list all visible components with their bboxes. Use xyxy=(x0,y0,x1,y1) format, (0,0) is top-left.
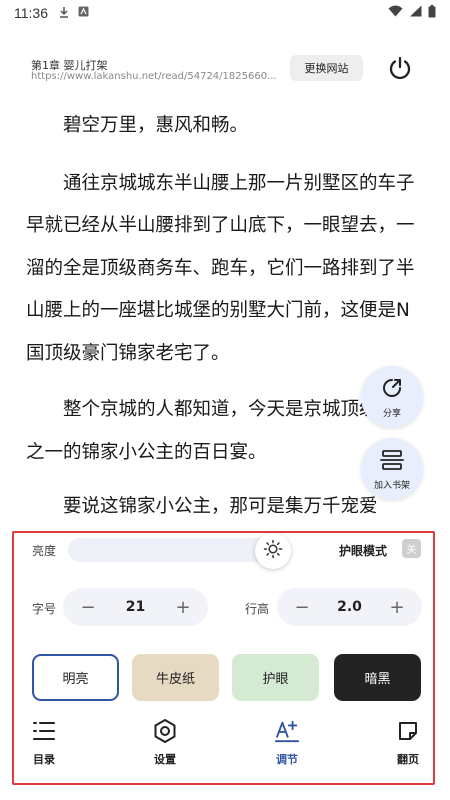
status-bar: 11:36 xyxy=(0,0,450,26)
font-size-decrease-button[interactable]: − xyxy=(73,588,103,626)
font-size-stepper: − 21 + xyxy=(63,588,208,626)
nav-settings[interactable]: 设置 xyxy=(135,718,195,768)
line-height-stepper: − 2.0 + xyxy=(277,588,422,626)
settings-icon xyxy=(152,718,178,744)
brightness-label: 亮度 xyxy=(32,544,57,558)
line-height-increase-button[interactable]: + xyxy=(382,588,412,626)
reader-header: 第1章 婴儿打架 https://www.lakanshu.net/read/5… xyxy=(0,48,450,88)
content-paragraph: 碧空万里，惠风和畅。 xyxy=(63,115,249,136)
nav-table-of-contents[interactable]: 目录 xyxy=(14,718,74,768)
theme-bright-button[interactable]: 明亮 xyxy=(32,654,119,701)
share-button[interactable]: 分享 xyxy=(361,366,423,428)
font-size-value: 21 xyxy=(125,599,146,615)
add-to-shelf-button[interactable]: 加入书架 xyxy=(361,438,423,500)
list-icon xyxy=(31,718,57,744)
nav-adjust[interactable]: 调节 xyxy=(257,718,317,768)
content-paragraph: 通往京城城东半山腰上那一片别墅区的车子早就已经从半山腰排到了山底下，一眼望去，一… xyxy=(26,172,415,364)
signal-icon xyxy=(409,5,422,21)
eye-mode-toggle[interactable]: 关 xyxy=(402,539,421,558)
share-icon xyxy=(380,376,404,404)
share-label: 分享 xyxy=(382,408,401,419)
nav-label: 翻页 xyxy=(397,753,419,766)
notification-icon xyxy=(78,6,89,20)
switch-site-button[interactable]: 更换网站 xyxy=(290,55,363,81)
theme-eye-care-button[interactable]: 护眼 xyxy=(232,654,319,701)
battery-icon xyxy=(428,4,436,22)
sun-icon xyxy=(263,539,283,563)
status-time: 11:36 xyxy=(14,5,48,21)
chapter-url: https://www.lakanshu.net/read/54724/1825… xyxy=(31,71,277,82)
power-icon[interactable] xyxy=(386,54,414,82)
theme-kraft-button[interactable]: 牛皮纸 xyxy=(132,654,219,701)
bookshelf-icon xyxy=(379,448,405,476)
download-icon xyxy=(58,6,70,21)
content-paragraph: 要说这锦家小公主，那可是集万千宠爱 xyxy=(63,496,378,517)
nav-label: 调节 xyxy=(276,753,298,766)
eye-mode-label: 护眼模式 xyxy=(339,544,388,558)
font-size-label: 字号 xyxy=(32,602,57,616)
wifi-icon xyxy=(388,5,403,21)
line-height-label: 行高 xyxy=(245,602,270,616)
text-adjust-icon xyxy=(274,718,300,744)
line-height-value: 2.0 xyxy=(337,599,362,615)
nav-label: 目录 xyxy=(33,753,55,766)
font-size-increase-button[interactable]: + xyxy=(168,588,198,626)
nav-page-turn[interactable]: 翻页 xyxy=(378,718,438,768)
nav-label: 设置 xyxy=(154,753,176,766)
brightness-slider-handle[interactable] xyxy=(255,533,291,569)
page-turn-icon xyxy=(395,718,421,744)
line-height-decrease-button[interactable]: − xyxy=(287,588,317,626)
reader-settings-panel: 亮度 护眼模式 关 字号 − 21 + 行高 − 2.0 + 明亮 牛皮纸 护眼 xyxy=(12,531,435,785)
theme-dark-button[interactable]: 暗黑 xyxy=(334,654,421,701)
add-to-shelf-label: 加入书架 xyxy=(373,480,410,491)
